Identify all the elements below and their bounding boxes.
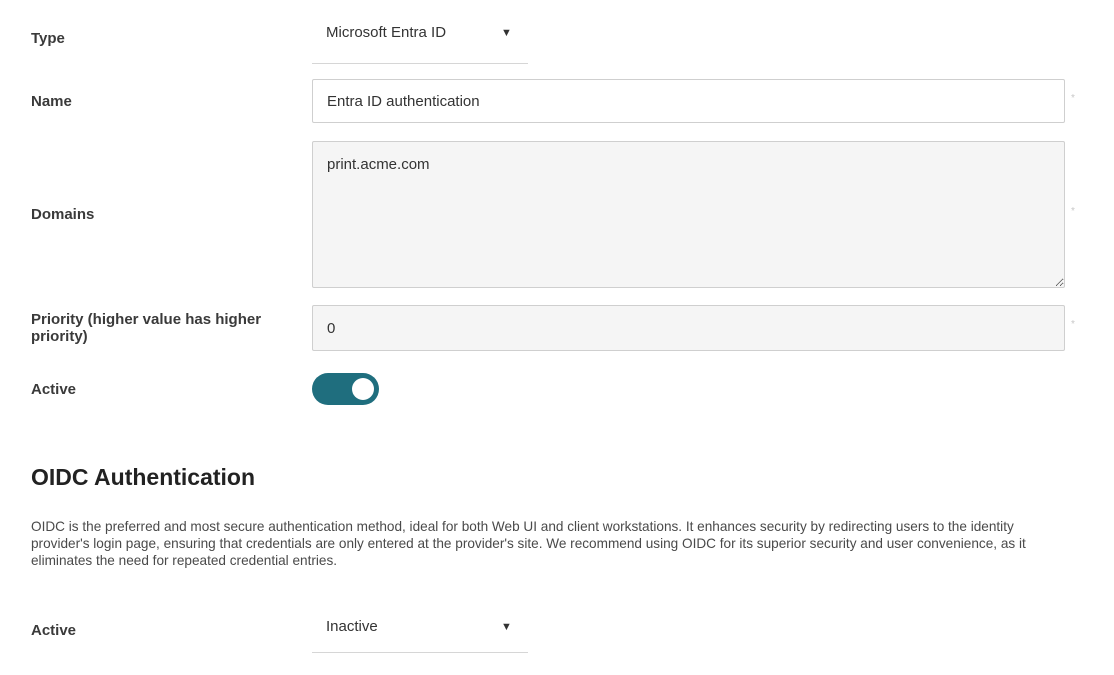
priority-required-mark: * [1071,319,1075,330]
name-required-mark: * [1071,93,1075,104]
domains-label: Domains [31,206,95,223]
caret-down-icon: ▼ [501,27,512,39]
type-select[interactable]: Microsoft Entra ID ▼ [312,24,528,64]
oidc-section-title: OIDC Authentication [31,464,256,490]
type-select-value: Microsoft Entra ID [326,24,447,41]
caret-down-icon: ▼ [501,621,512,633]
domains-required-mark: * [1071,206,1075,217]
oidc-description: OIDC is the preferred and most secure au… [31,519,1026,568]
domains-textarea[interactable]: print.acme.com [312,141,1065,288]
active-label: Active [31,381,77,398]
oidc-active-select[interactable]: Inactive ▼ [312,618,528,653]
toggle-knob [352,378,374,400]
priority-input[interactable] [312,305,1065,351]
name-label: Name [31,93,72,110]
oidc-active-label: Active [31,622,77,639]
type-label: Type [31,30,65,47]
active-toggle[interactable] [312,373,379,405]
oidc-active-select-value: Inactive [326,618,378,635]
name-input[interactable] [312,79,1065,123]
priority-label: Priority (higher value has higher priori… [31,311,262,345]
